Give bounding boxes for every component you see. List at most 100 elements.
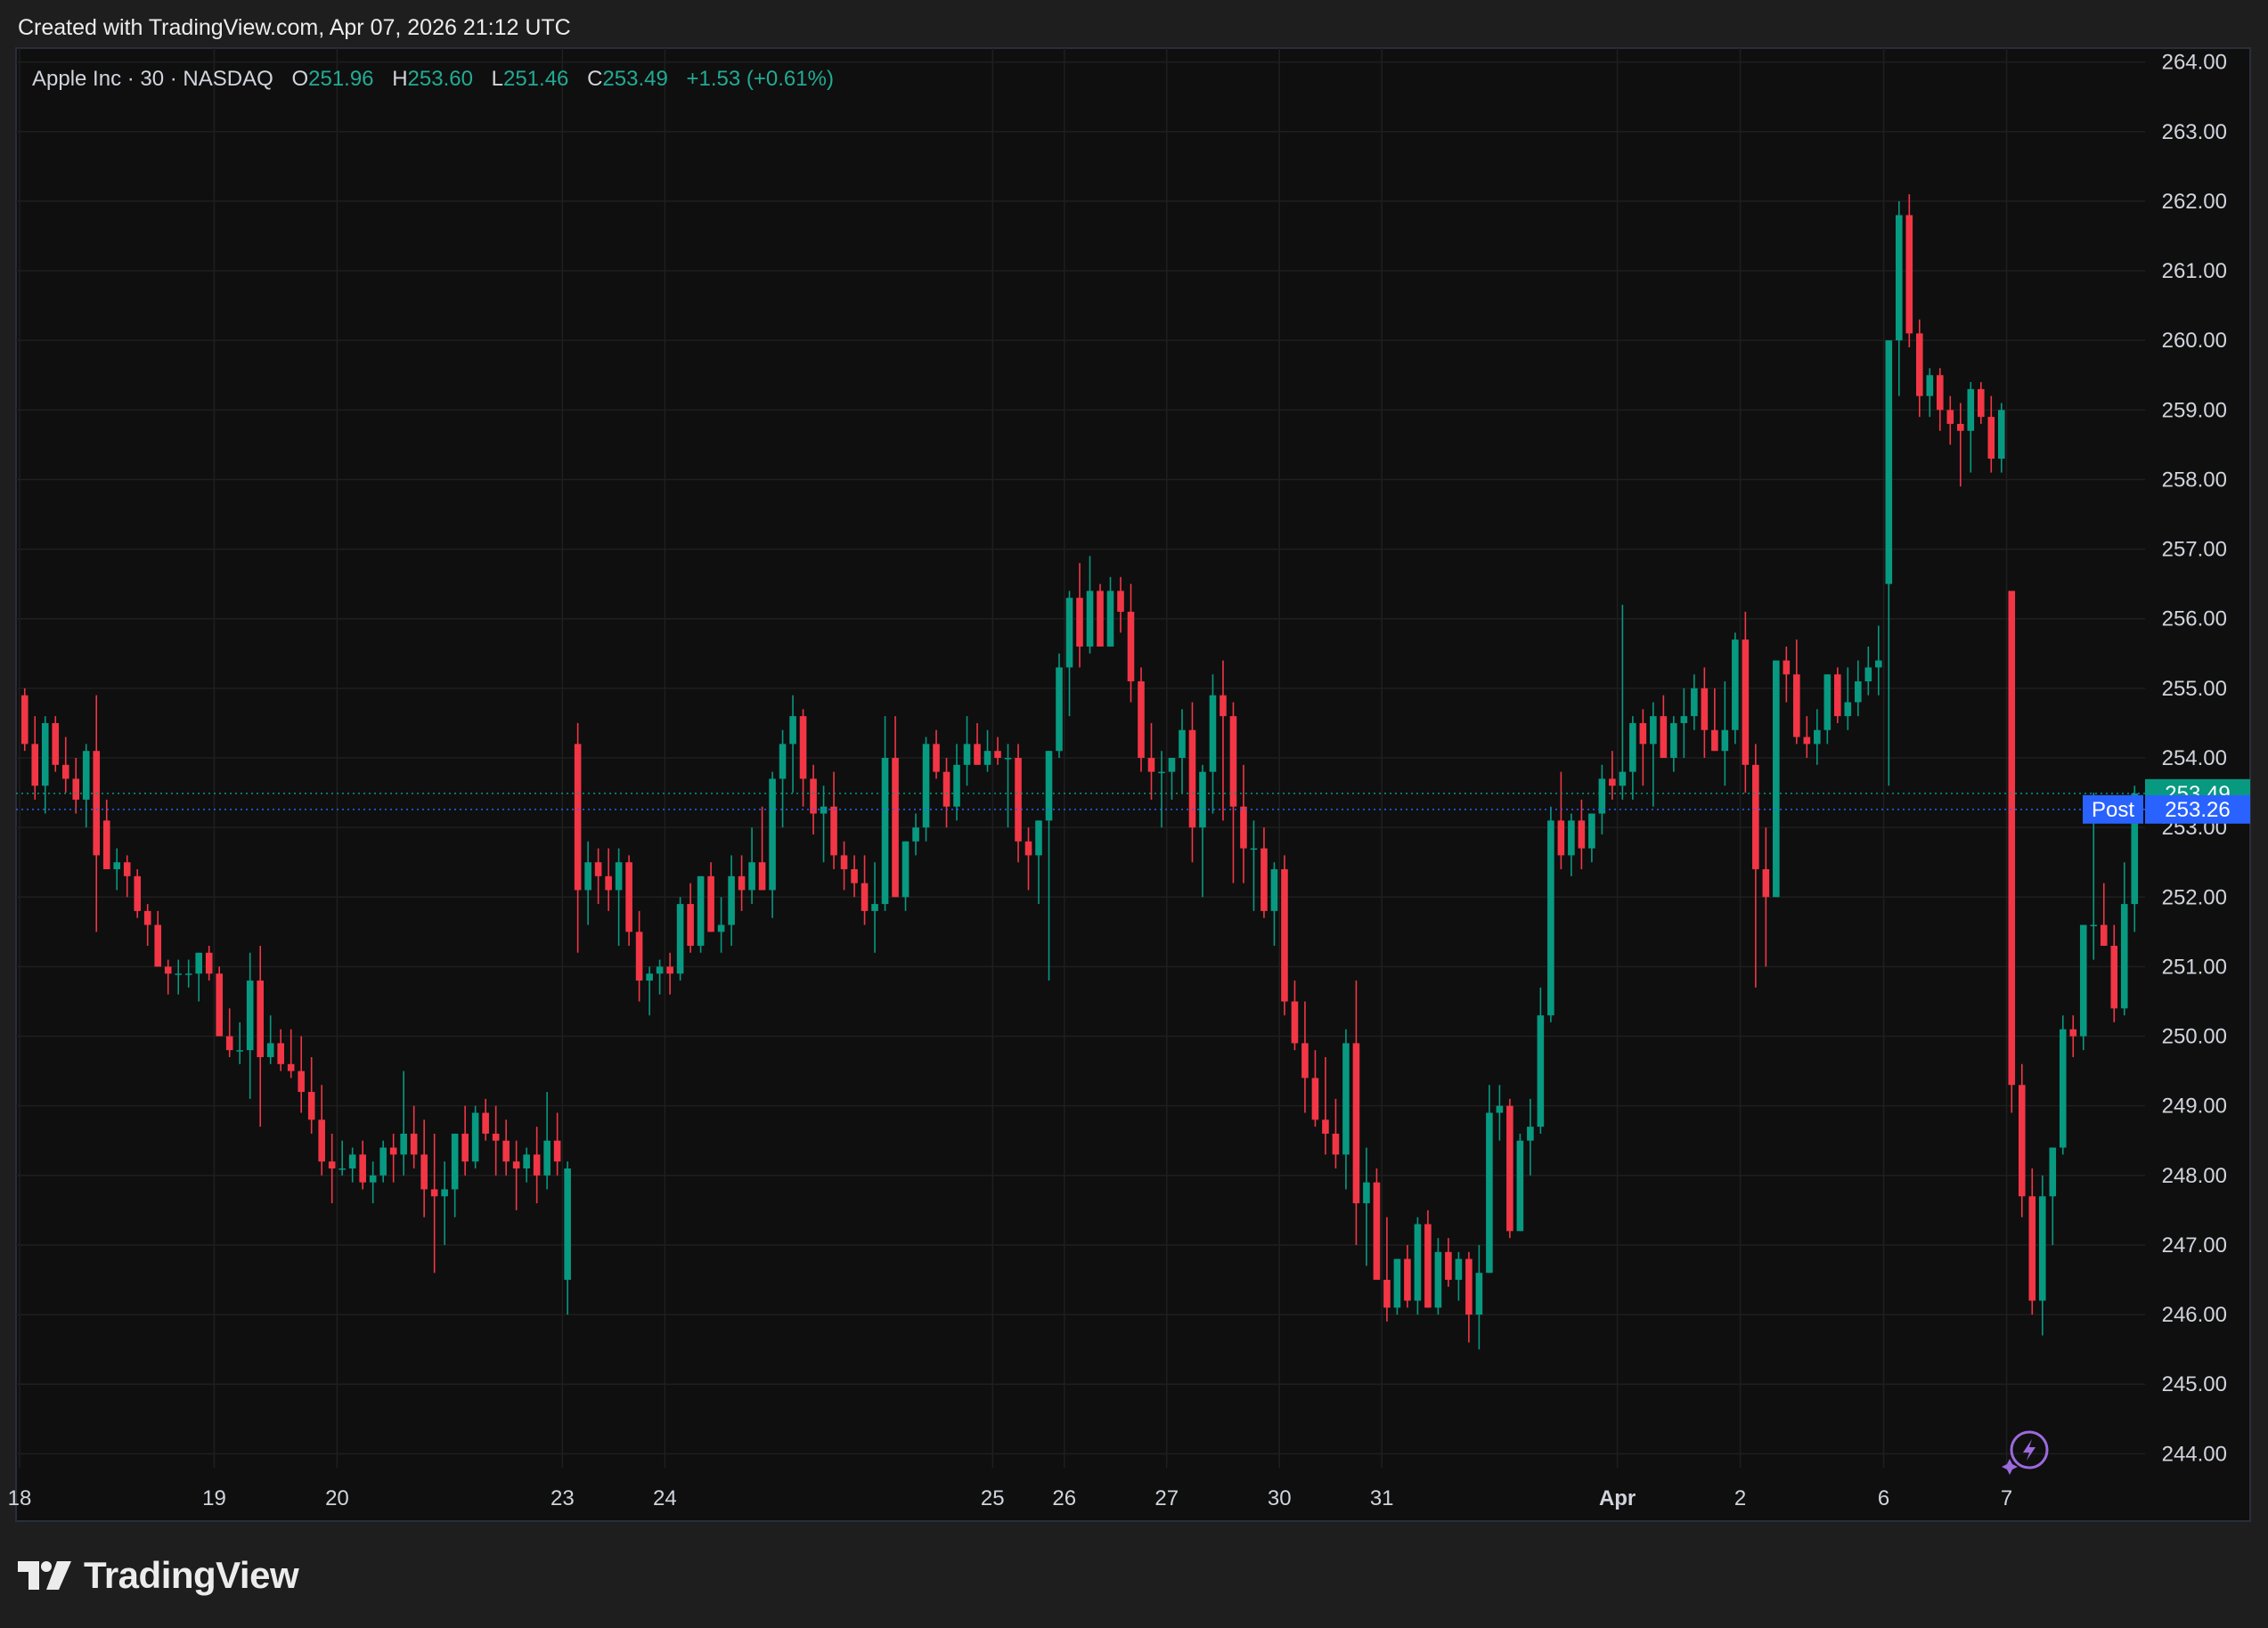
candle-body [1045,751,1053,821]
candle-body [195,952,203,974]
candle-body [420,1154,428,1190]
candle-body [1147,758,1155,772]
candle-body [1383,1280,1391,1308]
candle-body [492,1133,500,1141]
candle-body [1905,215,1913,334]
legend-symbol: Apple Inc · 30 · NASDAQ [32,67,273,91]
candle-body [748,862,755,891]
legend-close-value: 253.49 [602,67,667,91]
candle-body [2079,924,2087,1037]
candle-body [1516,1140,1524,1232]
y-tick-label: 244.00 [2162,1442,2227,1466]
candle-body [1609,778,1616,786]
y-tick-label: 258.00 [2162,468,2227,492]
y-tick-label: 263.00 [2162,120,2227,144]
candle-body [1424,1224,1432,1308]
candle-body [584,862,591,891]
candle-body [963,744,971,765]
candle-body [1158,771,1165,774]
candle-body [154,924,162,967]
candle-body [1834,674,1841,717]
candle-body [1773,660,1780,898]
candle-body [666,966,673,974]
candle-body [2049,1147,2057,1197]
svg-text:Apple Inc · 30 · NASDAQ: Apple Inc · 30 · NASDAQ O251.96 H253.60 … [32,67,834,91]
candle-body [533,1154,541,1176]
candle-body [2110,945,2118,1009]
y-tick-label: 261.00 [2162,259,2227,283]
candle-body [1926,375,1934,396]
candle-body [523,1154,530,1169]
candle-body [1106,590,1114,647]
candle-body [441,1189,448,1197]
candle-body [1373,1182,1381,1281]
candle-body [1486,1112,1493,1274]
candle-body [359,1154,366,1183]
candle-body [1199,771,1206,828]
candle-body [2059,1029,2067,1148]
candle-body [687,904,694,946]
candle-body [287,1063,295,1071]
candle-body [216,973,223,1037]
symbol-legend[interactable]: Apple Inc · 30 · NASDAQ O251.96 H253.60 … [32,67,834,91]
candle-body [1537,1015,1545,1127]
candle-body [1270,869,1278,911]
y-tick-label: 247.00 [2162,1233,2227,1258]
candle-body [389,1147,397,1155]
logo-mark-t [18,1561,39,1590]
candle-body [1220,695,1227,717]
candle-body [1650,716,1657,745]
candle-body [123,862,131,876]
candle-body [553,1140,561,1162]
candle-body [912,827,919,842]
candle-body [707,875,714,932]
candle-body [892,758,899,898]
candle-body [348,1154,356,1169]
candle-body [1864,667,1872,682]
candle-body [1097,590,1104,647]
candle-body [1803,737,1811,745]
post-label-text: Post [2092,798,2134,822]
candle-body [2008,590,2016,1086]
candle-body [1281,869,1288,1002]
candle-body [502,1140,510,1162]
candle-body [728,875,735,925]
candle-body [851,869,858,883]
candle-body [717,924,725,932]
x-tick-label: 19 [202,1486,226,1510]
candle-body [615,862,623,891]
candle-body [830,806,837,856]
candlestick-chart[interactable]: 264.00 263.00 262.00 261.00 260.00 259.00 258.… [0,0,2268,1541]
candle-body [1250,848,1258,851]
x-tick-label: 20 [325,1486,349,1510]
candle-body [184,973,192,975]
tradingview-logo-text: TradingView [84,1554,299,1596]
candle-body [328,1161,336,1169]
candle-body [1352,1043,1360,1204]
candle-body [2038,1196,2046,1301]
candle-body [277,1043,284,1064]
candle-body [2090,924,2098,927]
candle-body [369,1175,377,1183]
candle-body [339,1168,346,1170]
post-price-tag-text: 253.26 [2165,798,2230,822]
candle-body [901,841,910,898]
candle-body [143,910,151,925]
candle-body [1987,417,1995,460]
candle-body [246,981,254,1051]
candle-body [1967,388,1975,431]
candle-body [134,875,142,911]
price-axis[interactable]: 264.00 263.00 262.00 261.00 260.00 259.00 258.… [2162,51,2227,1467]
candle-body [430,1189,438,1197]
tradingview-logo[interactable]: TradingView [18,1554,299,1597]
candle-body [1598,778,1606,814]
x-tick-label: 6 [1878,1486,1889,1510]
candle-body [810,778,817,814]
candle-body [257,981,264,1057]
candle-body [1855,681,1862,703]
candle-body [1793,674,1800,737]
candle-body [1332,1133,1340,1155]
candle-body [758,862,766,891]
candle-body [1896,215,1903,341]
candle-body [72,778,80,800]
